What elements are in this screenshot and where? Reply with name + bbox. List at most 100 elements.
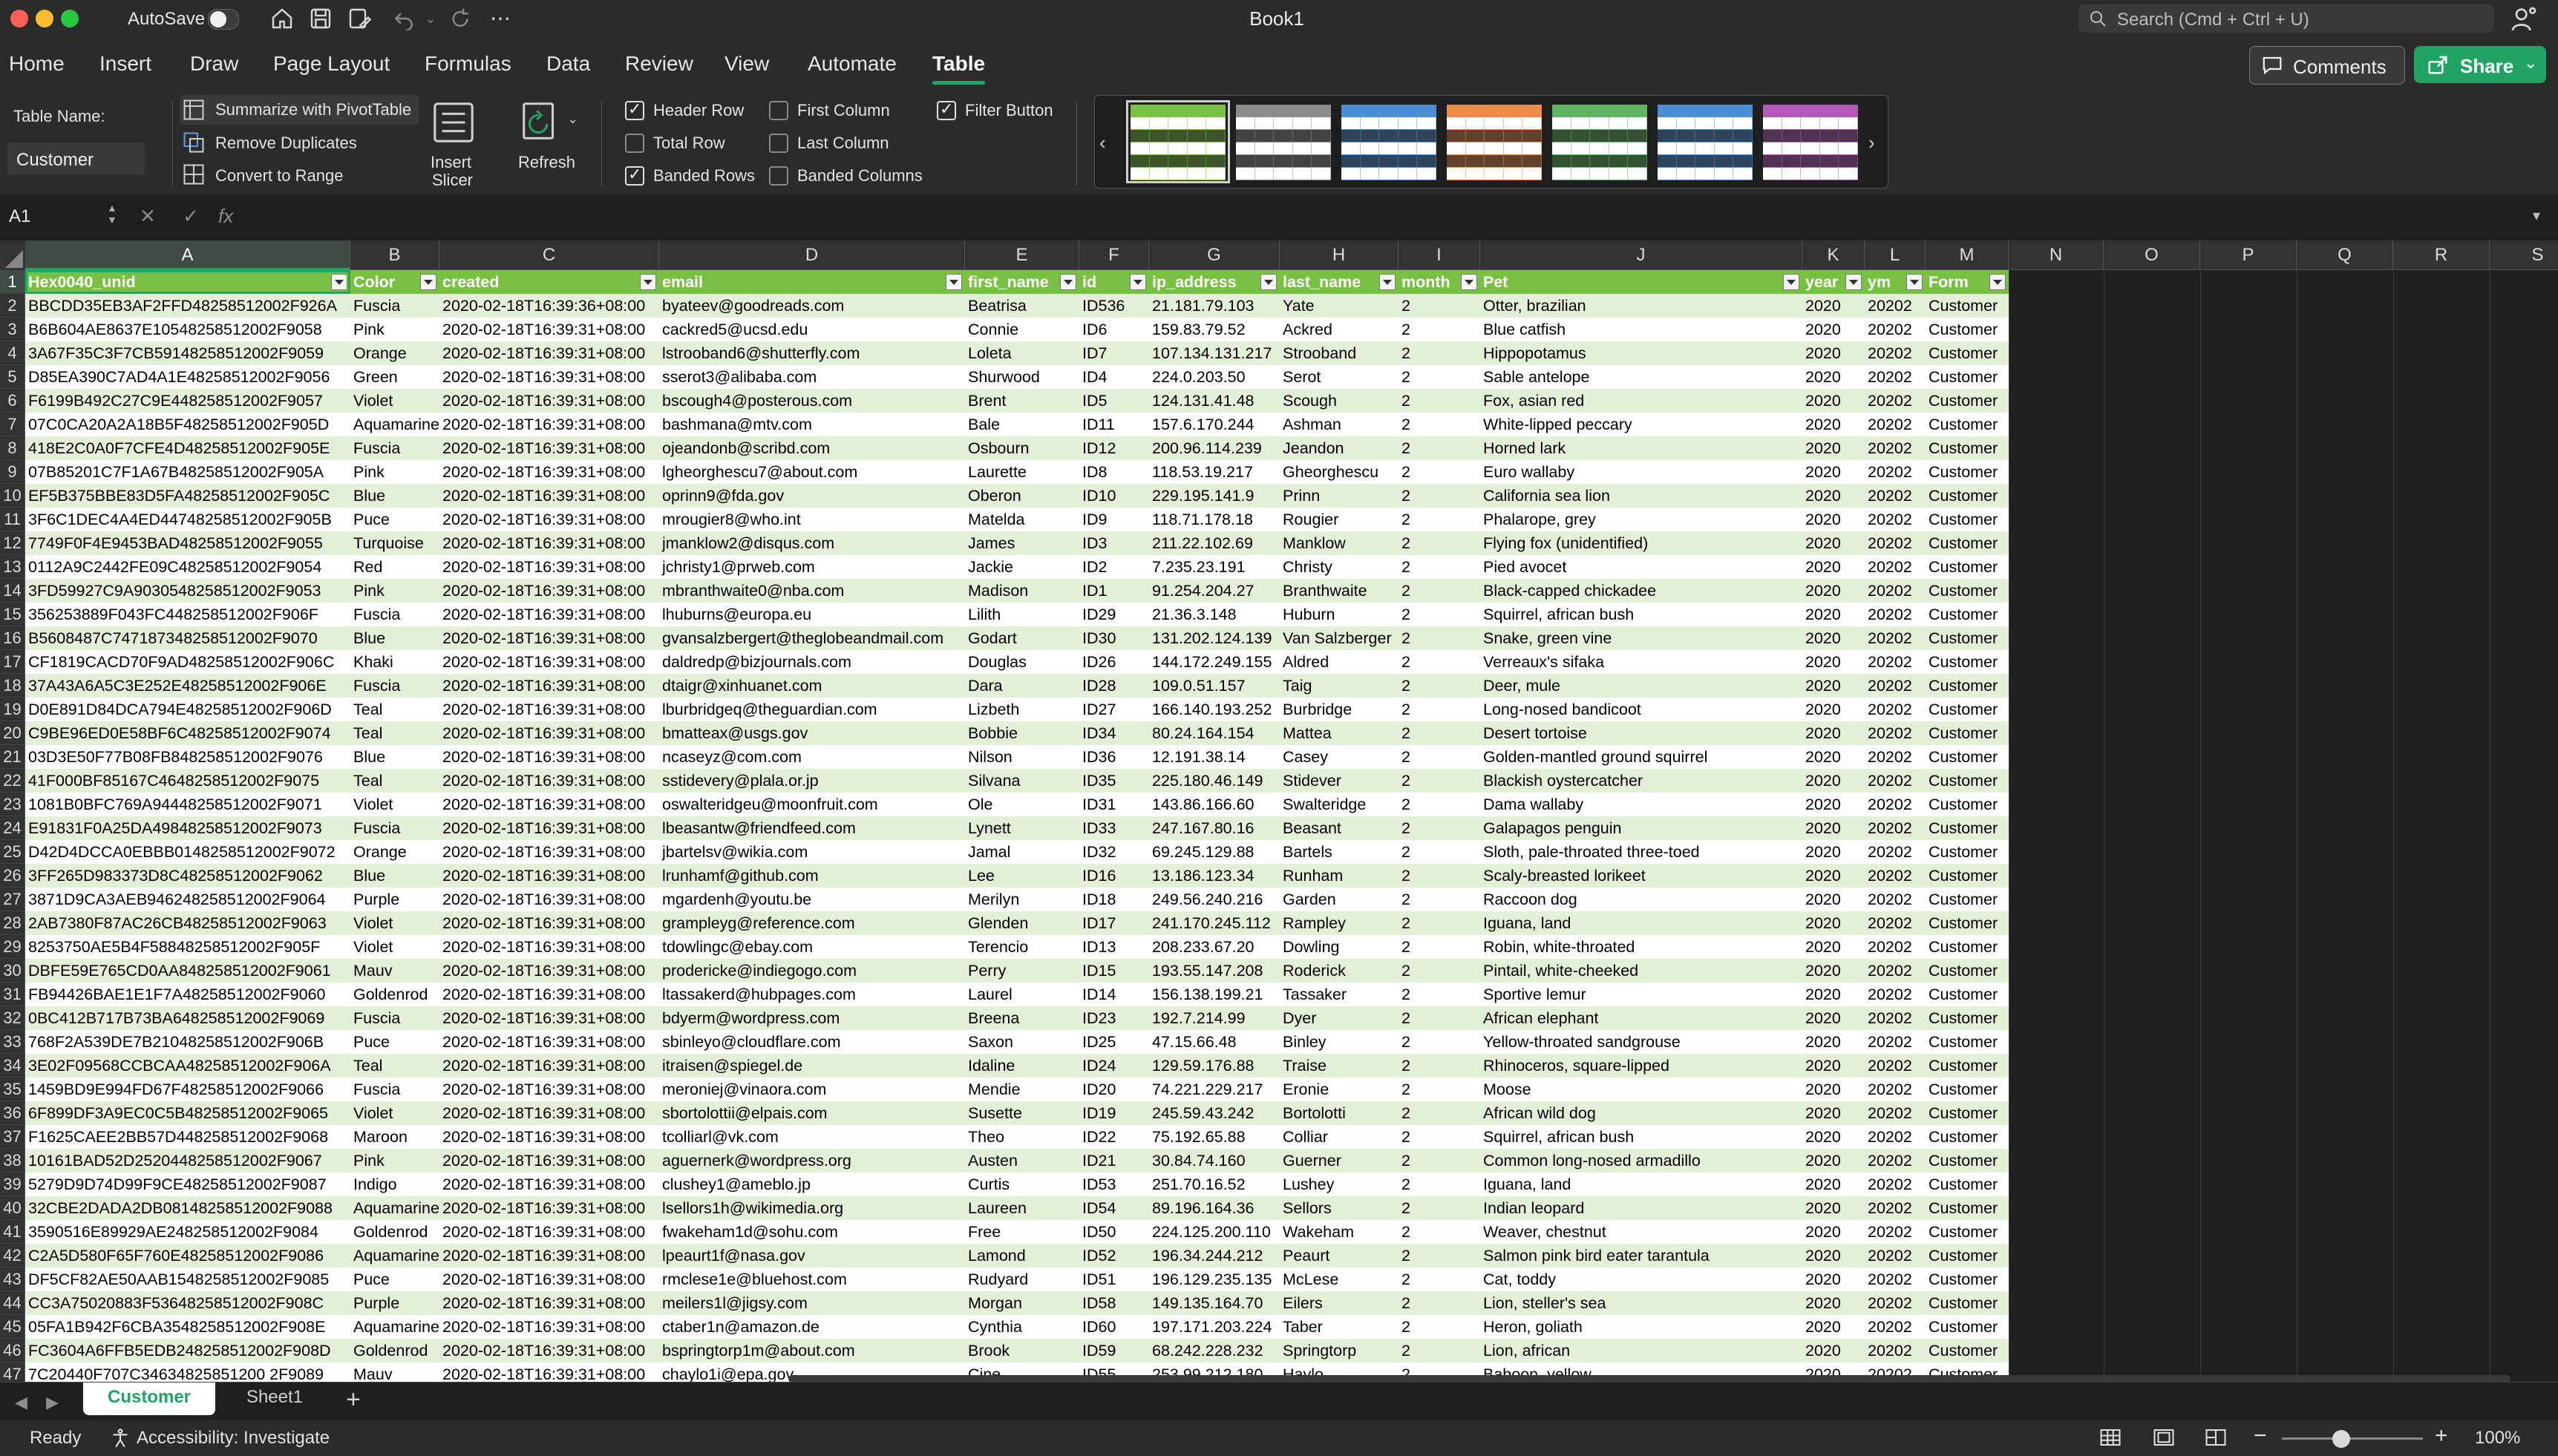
table-cell[interactable]: 2020 (1802, 1315, 1865, 1339)
row-header[interactable]: 28 (0, 911, 25, 935)
row-header[interactable]: 29 (0, 935, 25, 959)
table-cell[interactable]: 211.22.102.69 (1149, 531, 1280, 555)
table-cell[interactable]: 224.125.200.110 (1149, 1220, 1280, 1244)
row-header[interactable]: 35 (0, 1078, 25, 1101)
table-cell[interactable]: Silvana (965, 769, 1079, 793)
table-cell[interactable]: 2020 (1802, 1339, 1865, 1362)
table-cell[interactable]: Customer (1926, 1220, 2009, 1244)
table-cell[interactable]: 2 (1399, 1339, 1480, 1362)
table-cell[interactable]: 20202 (1865, 840, 1926, 864)
filter-dropdown-icon[interactable] (1060, 274, 1076, 290)
table-cell[interactable]: 2 (1399, 840, 1480, 864)
row-header[interactable]: 46 (0, 1339, 25, 1362)
table-cell[interactable]: Goldenrod (350, 983, 439, 1006)
table-header-cell[interactable]: Pet (1480, 270, 1802, 294)
table-cell[interactable]: African elephant (1480, 1006, 1802, 1030)
table-style-thumbnail[interactable] (1763, 105, 1858, 180)
table-cell[interactable]: 118.71.178.18 (1149, 508, 1280, 531)
table-cell[interactable]: Customer (1926, 888, 2009, 911)
table-cell[interactable]: Customer (1926, 341, 2009, 365)
table-cell[interactable]: 2020-02-18T16:39:31+08:00 (439, 1101, 659, 1125)
table-cell[interactable]: lstrooband6@shutterfly.com (659, 341, 965, 365)
table-cell[interactable]: 20202 (1865, 1291, 1926, 1315)
table-cell[interactable]: 2020-02-18T16:39:31+08:00 (439, 698, 659, 721)
table-cell[interactable]: 2 (1399, 1125, 1480, 1149)
table-cell[interactable]: Godart (965, 626, 1079, 650)
row-header[interactable]: 18 (0, 674, 25, 698)
table-cell[interactable]: Sportive lemur (1480, 983, 1802, 1006)
table-cell[interactable]: Customer (1926, 460, 2009, 484)
table-cell[interactable]: Customer (1926, 1291, 2009, 1315)
table-cell[interactable]: Flying fox (unidentified) (1480, 531, 1802, 555)
table-cell[interactable]: Dara (965, 674, 1079, 698)
tab-view[interactable]: View (724, 52, 769, 76)
table-cell[interactable]: 41F000BF85167C4648258512002F9075 (25, 769, 350, 793)
table-cell[interactable]: FC3604A6FFB5EDB248258512002F908D (25, 1339, 350, 1362)
table-cell[interactable]: Serot (1280, 365, 1399, 389)
table-cell[interactable]: Madison (965, 579, 1079, 603)
table-cell[interactable]: 2 (1399, 1244, 1480, 1268)
table-cell[interactable]: Customer (1926, 389, 2009, 413)
table-cell[interactable]: Scough (1280, 389, 1399, 413)
table-cell[interactable]: 2 (1399, 816, 1480, 840)
table-cell[interactable]: 2020 (1802, 1291, 1865, 1315)
table-cell[interactable]: 2020-02-18T16:39:31+08:00 (439, 888, 659, 911)
table-cell[interactable]: Orange (350, 840, 439, 864)
table-cell[interactable]: Aldred (1280, 650, 1399, 674)
name-box-stepper-icon[interactable]: ▲ ▼ (107, 202, 117, 226)
table-cell[interactable]: Black-capped chickadee (1480, 579, 1802, 603)
table-cell[interactable]: 7C20440F707C34634825851200 2F9089 (25, 1362, 350, 1382)
table-cell[interactable]: 2 (1399, 555, 1480, 579)
column-header-o[interactable]: O (2104, 240, 2200, 270)
table-cell[interactable]: 2 (1399, 888, 1480, 911)
table-cell[interactable]: lhuburns@europa.eu (659, 603, 965, 626)
column-header-c[interactable]: C (439, 240, 659, 270)
table-cell[interactable]: Customer (1926, 864, 2009, 888)
table-cell[interactable]: Customer (1926, 816, 2009, 840)
gallery-prev-icon[interactable]: ‹ (1099, 131, 1106, 154)
table-cell[interactable]: 2 (1399, 650, 1480, 674)
table-cell[interactable]: 20202 (1865, 1315, 1926, 1339)
gallery-next-icon[interactable]: › (1868, 131, 1875, 154)
table-cell[interactable]: Connie (965, 318, 1079, 341)
table-header-cell[interactable]: first_name (965, 270, 1079, 294)
table-cell[interactable]: 89.196.164.36 (1149, 1196, 1280, 1220)
first-column-checkbox[interactable] (769, 101, 788, 120)
table-cell[interactable]: grampleyg@reference.com (659, 911, 965, 935)
table-cell[interactable]: 03D3E50F77B08FB848258512002F9076 (25, 745, 350, 769)
table-cell[interactable]: 2 (1399, 1030, 1480, 1054)
banded-rows-checkbox[interactable] (625, 165, 644, 186)
table-cell[interactable]: 20202 (1865, 1125, 1926, 1149)
table-cell[interactable]: Customer (1926, 1173, 2009, 1196)
convert-to-range-button[interactable]: Convert to Range (215, 166, 343, 186)
table-cell[interactable]: 2 (1399, 1149, 1480, 1173)
table-cell[interactable]: 2 (1399, 769, 1480, 793)
table-cell[interactable]: Aquamarine (350, 1315, 439, 1339)
row-header[interactable]: 17 (0, 650, 25, 674)
table-cell[interactable]: 5279D9D74D99F9CE48258512002F9087 (25, 1173, 350, 1196)
expand-formula-icon[interactable]: ▾ (2533, 206, 2540, 225)
table-cell[interactable]: 2 (1399, 1054, 1480, 1078)
table-cell[interactable]: 2020-02-18T16:39:31+08:00 (439, 413, 659, 436)
table-cell[interactable]: fwakeham1d@sohu.com (659, 1220, 965, 1244)
table-cell[interactable]: Nilson (965, 745, 1079, 769)
table-cell[interactable]: ID12 (1079, 436, 1149, 460)
table-cell[interactable]: Taber (1280, 1315, 1399, 1339)
table-cell[interactable]: ID19 (1079, 1101, 1149, 1125)
table-cell[interactable]: Customer (1926, 674, 2009, 698)
filter-button-checkbox[interactable] (937, 99, 956, 120)
table-cell[interactable]: 13.186.123.34 (1149, 864, 1280, 888)
table-cell[interactable]: Puce (350, 1030, 439, 1054)
filter-dropdown-icon[interactable] (1845, 274, 1862, 290)
row-header[interactable]: 34 (0, 1054, 25, 1078)
filter-dropdown-icon[interactable] (1906, 274, 1923, 290)
table-style-thumbnail[interactable] (1236, 105, 1331, 180)
column-header-e[interactable]: E (965, 240, 1079, 270)
table-cell[interactable]: ID60 (1079, 1315, 1149, 1339)
table-cell[interactable]: ID15 (1079, 959, 1149, 983)
table-cell[interactable]: lgheorghescu7@about.com (659, 460, 965, 484)
table-cell[interactable]: 225.180.46.149 (1149, 769, 1280, 793)
table-cell[interactable]: 2020-02-18T16:39:31+08:00 (439, 1149, 659, 1173)
table-cell[interactable]: Sable antelope (1480, 365, 1802, 389)
tab-data[interactable]: Data (546, 52, 590, 76)
